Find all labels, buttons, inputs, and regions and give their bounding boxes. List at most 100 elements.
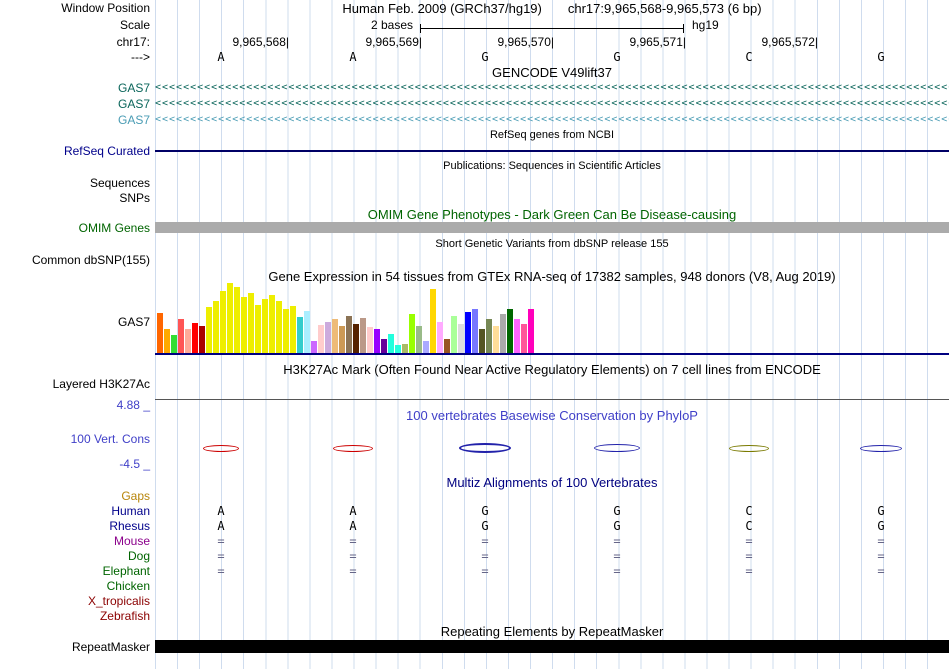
- gtex-expression-bar[interactable]: [178, 319, 184, 353]
- gtex-expression-bar[interactable]: [458, 324, 464, 353]
- multiz-species-label-zebrafish[interactable]: Zebrafish: [0, 609, 150, 623]
- gtex-expression-bar[interactable]: [423, 341, 429, 353]
- gtex-expression-bar[interactable]: [451, 316, 457, 353]
- gencode-transcript-label[interactable]: GAS7: [0, 113, 150, 127]
- omim-gene-bar[interactable]: [155, 222, 949, 233]
- gtex-expression-bar[interactable]: [185, 329, 191, 353]
- refseq-transcript-line[interactable]: [155, 150, 949, 152]
- gtex-expression-bar[interactable]: [255, 305, 261, 353]
- gtex-expression-bar[interactable]: [472, 309, 478, 353]
- gtex-expression-bar[interactable]: [486, 319, 492, 353]
- multiz-alignment-cell: A: [217, 519, 225, 533]
- gtex-expression-bar[interactable]: [395, 345, 401, 353]
- gtex-expression-bar[interactable]: [283, 309, 289, 353]
- repeatmasker-track-label[interactable]: RepeatMasker: [0, 640, 150, 654]
- gtex-expression-bar[interactable]: [241, 297, 247, 353]
- gtex-expression-bar[interactable]: [332, 319, 338, 353]
- multiz-species-label-mouse[interactable]: Mouse: [0, 534, 150, 548]
- gtex-expression-bar[interactable]: [311, 341, 317, 353]
- multiz-alignment-cell: =: [745, 549, 753, 563]
- gtex-expression-bar[interactable]: [192, 323, 198, 353]
- multiz-alignment-cell: =: [613, 534, 621, 548]
- gtex-expression-bar[interactable]: [367, 327, 373, 353]
- gtex-expression-bar[interactable]: [430, 289, 436, 353]
- gencode-transcript-line[interactable]: <<<<<<<<<<<<<<<<<<<<<<<<<<<<<<<<<<<<<<<<…: [155, 97, 949, 111]
- gtex-expression-bar[interactable]: [290, 306, 296, 353]
- multiz-alignment-cell: =: [217, 549, 225, 563]
- gtex-expression-bar[interactable]: [304, 311, 310, 353]
- phylop-wiggle: [459, 443, 511, 453]
- dbsnp-track-label[interactable]: Common dbSNP(155): [0, 253, 150, 267]
- multiz-alignment-cell: =: [745, 534, 753, 548]
- publications-sequences-label[interactable]: Sequences: [0, 176, 150, 190]
- gtex-expression-bar[interactable]: [171, 335, 177, 353]
- multiz-species-label-human[interactable]: Human: [0, 504, 150, 518]
- gtex-expression-bar[interactable]: [262, 299, 268, 353]
- gtex-expression-bar[interactable]: [500, 314, 506, 353]
- gtex-expression-bar[interactable]: [346, 316, 352, 353]
- refseq-track-title: RefSeq genes from NCBI: [489, 129, 615, 141]
- multiz-species-label-x_tropicalis[interactable]: X_tropicalis: [0, 594, 150, 608]
- gtex-gene-label[interactable]: GAS7: [0, 315, 150, 329]
- dbsnp-track-title: Short Genetic Variants from dbSNP releas…: [435, 238, 669, 250]
- gtex-expression-bar[interactable]: [528, 309, 534, 353]
- multiz-alignment-cell: =: [613, 549, 621, 563]
- gtex-expression-bar[interactable]: [339, 326, 345, 353]
- gtex-expression-bar[interactable]: [325, 322, 331, 353]
- gtex-expression-bar[interactable]: [199, 326, 205, 353]
- gtex-expression-bar[interactable]: [388, 334, 394, 353]
- gtex-expression-bar[interactable]: [381, 339, 387, 353]
- gtex-expression-bar[interactable]: [360, 318, 366, 353]
- multiz-species-label-gaps[interactable]: Gaps: [0, 489, 150, 503]
- gencode-transcript-line[interactable]: <<<<<<<<<<<<<<<<<<<<<<<<<<<<<<<<<<<<<<<<…: [155, 81, 949, 95]
- multiz-alignment-cell: =: [349, 534, 357, 548]
- scale-label: Scale: [119, 18, 150, 32]
- gtex-expression-bar[interactable]: [227, 283, 233, 353]
- multiz-species-label-rhesus[interactable]: Rhesus: [0, 519, 150, 533]
- gtex-expression-bar[interactable]: [479, 329, 485, 353]
- repeatmasker-bar[interactable]: [155, 640, 949, 653]
- gtex-expression-bar[interactable]: [234, 287, 240, 353]
- gtex-expression-bar[interactable]: [206, 307, 212, 353]
- gencode-transcript-label[interactable]: GAS7: [0, 97, 150, 111]
- multiz-species-label-elephant[interactable]: Elephant: [0, 564, 150, 578]
- phylop-wiggle: [594, 444, 640, 452]
- omim-genes-label[interactable]: OMIM Genes: [0, 221, 150, 235]
- gencode-transcript-label[interactable]: GAS7: [0, 81, 150, 95]
- gencode-transcript-line[interactable]: <<<<<<<<<<<<<<<<<<<<<<<<<<<<<<<<<<<<<<<<…: [155, 113, 949, 127]
- gtex-expression-bar[interactable]: [493, 326, 499, 353]
- gtex-expression-bar[interactable]: [220, 291, 226, 353]
- gtex-expression-bar[interactable]: [409, 314, 415, 353]
- publications-snps-label[interactable]: SNPs: [0, 191, 150, 205]
- gtex-expression-bar[interactable]: [437, 322, 443, 353]
- gtex-expression-bar[interactable]: [353, 324, 359, 353]
- gtex-expression-bar[interactable]: [276, 301, 282, 353]
- gencode-track-title: GENCODE V49lift37: [492, 65, 612, 80]
- multiz-track-title: Multiz Alignments of 100 Vertebrates: [446, 475, 658, 490]
- gtex-expression-bar[interactable]: [213, 301, 219, 353]
- gtex-expression-bar[interactable]: [402, 344, 408, 353]
- gtex-expression-bar[interactable]: [444, 339, 450, 353]
- gtex-expression-bar[interactable]: [164, 329, 170, 353]
- gtex-expression-bar[interactable]: [521, 324, 527, 353]
- multiz-alignment-cell: A: [349, 519, 357, 533]
- gtex-expression-bar[interactable]: [248, 293, 254, 353]
- gtex-expression-bar[interactable]: [416, 326, 422, 353]
- coordinate-tick: 9,965,570|: [497, 35, 554, 49]
- h3k27ac-track-label[interactable]: Layered H3K27Ac: [0, 377, 150, 391]
- gtex-expression-bar[interactable]: [157, 313, 163, 353]
- phylop-track-label[interactable]: 100 Vert. Cons: [0, 432, 150, 446]
- multiz-alignment-cell: =: [877, 549, 885, 563]
- multiz-alignment-cell: C: [745, 519, 753, 533]
- gtex-expression-bar[interactable]: [374, 329, 380, 353]
- gtex-expression-bar[interactable]: [297, 317, 303, 353]
- gtex-expression-bar[interactable]: [514, 319, 520, 353]
- gtex-expression-bar[interactable]: [507, 309, 513, 353]
- multiz-alignment-cell: G: [481, 504, 489, 518]
- gtex-expression-bar[interactable]: [269, 295, 275, 353]
- multiz-species-label-chicken[interactable]: Chicken: [0, 579, 150, 593]
- refseq-curated-label[interactable]: RefSeq Curated: [0, 144, 150, 158]
- multiz-species-label-dog[interactable]: Dog: [0, 549, 150, 563]
- gtex-expression-bar[interactable]: [318, 325, 324, 353]
- gtex-expression-bar[interactable]: [465, 312, 471, 353]
